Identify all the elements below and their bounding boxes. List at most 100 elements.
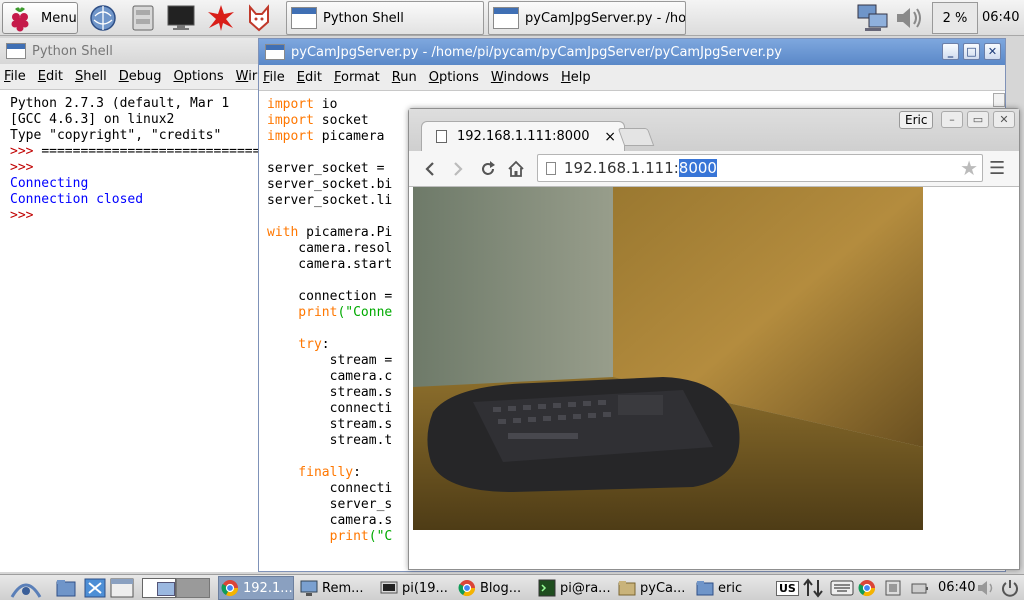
menu-edit[interactable]: Edit [293,70,322,85]
terminal-icon [538,579,556,597]
camera-stream-image [413,187,923,530]
chrome-icon [458,579,476,597]
file-manager-icon[interactable] [56,577,76,599]
top-panel: Menu Python Shell pyCamJpgServer.py - /h… [0,0,1024,36]
editor-titlebar[interactable]: pyCamJpgServer.py - /home/pi/pycam/pyCam… [259,39,1005,65]
reload-icon[interactable] [477,158,499,180]
keyboard-icon[interactable] [830,577,854,599]
menu-file[interactable]: File [259,70,285,85]
code-line: server_socket.bi [267,177,393,192]
bottom-panel: 192.1... Rem... pi(19... Blog... pi@ra..… [0,574,1024,600]
show-desktop-icon[interactable] [84,577,106,599]
cpu-monitor: 2 % [932,2,978,34]
menu-windows[interactable]: Wir [232,69,258,84]
hamburger-menu-icon[interactable]: ☰ [989,158,1005,179]
menu-run[interactable]: Run [388,70,417,85]
clock[interactable]: 06:40 [982,10,1019,25]
folder-icon [696,579,714,597]
code-line: connecti [267,481,393,496]
menu-help[interactable]: Help [557,70,591,85]
keyboard-layout-indicator[interactable]: US [776,577,799,599]
file-manager-launcher-icon[interactable] [128,3,158,33]
web-browser-launcher-icon[interactable] [88,3,118,33]
code-line: connecti [267,401,393,416]
shell-line: Connection closed [10,192,144,207]
profile-button[interactable]: Eric [899,111,934,129]
shell-titlebar[interactable]: Python Shell [0,38,260,64]
taskbar-putty-session[interactable]: pi(19... [378,576,454,600]
taskbar-python-shell[interactable]: Python Shell [286,1,484,35]
remote-desktop-icon [300,579,318,597]
bookmark-star-icon[interactable]: ★ [960,156,978,180]
power-off-icon[interactable] [1000,577,1020,599]
window-icon [291,7,317,29]
network-icon[interactable] [856,3,890,37]
taskbar-chrome[interactable]: 192.1... [218,576,294,600]
code-line: camera.start [267,257,393,272]
code-editor[interactable]: import io import socket import picamera se… [267,97,417,545]
tab-strip[interactable]: 192.168.1.111:8000 × Eric – ▭ ✕ [409,109,1019,151]
mathematica-launcher-icon[interactable] [206,3,236,33]
code-line: import picamera [267,129,385,144]
taskbar-pycamjpgserver[interactable]: pyCamJpgServer.py - /hom... [488,1,686,35]
editor-menubar: File Edit Format Run Options Windows Hel… [259,65,1005,91]
shell-prompt: >>> [10,160,34,175]
menu-label: Menu [41,10,77,26]
window-list-icon[interactable] [110,577,134,599]
new-tab-button[interactable] [617,128,655,146]
raspberry-pi-icon [11,7,29,32]
taskbar-remote-desktop[interactable]: Rem... [298,576,378,600]
code-line: print("C [267,529,393,544]
minimize-button[interactable]: _ [942,43,959,60]
taskbar-blog[interactable]: Blog... [456,576,534,600]
address-bar[interactable]: 192.168.1.111: 8000 ★ [537,154,983,182]
menu-options[interactable]: Options [169,69,223,84]
menu-windows[interactable]: Windows [487,70,549,85]
menu-options[interactable]: Options [425,70,479,85]
maximize-button[interactable]: □ [963,43,980,60]
home-icon[interactable] [505,158,527,180]
wolfram-launcher-icon[interactable] [244,3,274,33]
browser-tab[interactable]: 192.168.1.111:8000 × [421,121,625,151]
menu-debug[interactable]: Debug [115,69,162,84]
power-icon[interactable] [910,577,930,599]
forward-icon[interactable] [447,158,469,180]
browser-window: 192.168.1.111:8000 × Eric – ▭ ✕ 192.168.… [408,108,1020,570]
menu-edit[interactable]: Edit [34,69,63,84]
menu-shell[interactable]: Shell [71,69,107,84]
menu-file[interactable]: File [0,69,26,84]
code-line: import io [267,97,338,112]
shell-line: Connecting [10,176,89,191]
code-line: stream.t [267,433,393,448]
back-icon[interactable] [419,158,441,180]
workspace-pager[interactable] [142,577,210,599]
page-viewport[interactable] [409,187,1019,569]
tab-close-icon[interactable]: × [604,129,616,145]
clock[interactable]: 06:40 [938,580,975,595]
shell-prompt: >>> [10,208,34,223]
python-shell-window: Python Shell File Edit Shell Debug Optio… [0,38,260,572]
chrome-tray-icon[interactable] [858,577,876,599]
code-line: camera.resol [267,241,393,256]
taskbar-terminal[interactable]: pi@ra... [536,576,614,600]
code-line: stream.s [267,417,393,432]
code-line: camera.c [267,369,393,384]
volume-icon[interactable] [976,577,996,599]
terminal-launcher-icon[interactable] [166,3,196,33]
menu-format[interactable]: Format [330,70,380,85]
shell-output[interactable]: Python 2.7.3 (default, Mar 1 [GCC 4.6.3] … [10,96,260,224]
start-menu-icon[interactable] [6,577,46,599]
shell-line: [GCC 4.6.3] on linux2 [10,112,175,127]
network-transfer-icon[interactable] [802,577,824,599]
taskbar-eric-folder[interactable]: eric [694,576,770,600]
maximize-button[interactable]: ▭ [967,111,989,128]
close-button[interactable]: ✕ [984,43,1001,60]
menu-button[interactable]: Menu [2,2,78,34]
close-button[interactable]: ✕ [993,111,1015,128]
minimize-button[interactable]: – [941,111,963,128]
clipboard-icon[interactable] [884,577,902,599]
volume-icon[interactable] [894,3,924,37]
editor-scrollbar[interactable] [993,93,1005,107]
taskbar-pycam-folder[interactable]: pyCa... [616,576,692,600]
shell-line: >>> ============================== [10,144,260,159]
